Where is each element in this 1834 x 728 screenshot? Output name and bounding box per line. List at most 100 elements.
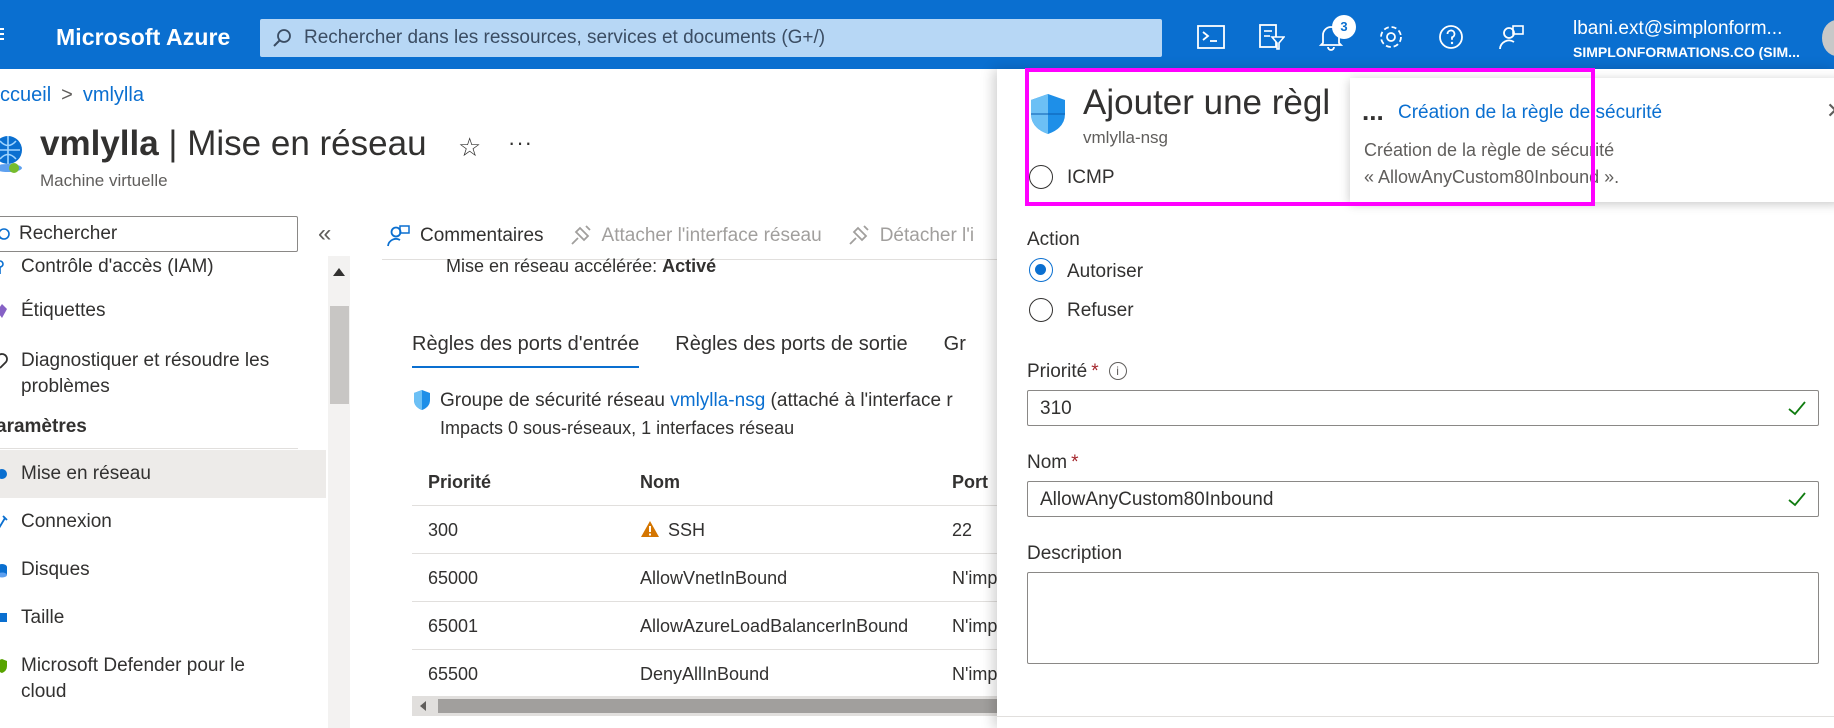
sidebar-item-label: Diagnostiquer et résoudre les (21, 350, 270, 371)
directory-filter-icon[interactable] (1256, 22, 1286, 52)
name-label: Nom * (1027, 452, 1079, 474)
action-deny-radio[interactable] (1029, 298, 1053, 322)
table-header: Priorité Nom Port (412, 458, 1012, 506)
sidebar-menu: Contrôle d'accès (IAM) Étiquettes Diagno… (0, 256, 326, 728)
feedback-button[interactable]: Commentaires (386, 224, 544, 248)
disk-icon (0, 564, 7, 578)
sidebar-item-defender[interactable]: Microsoft Defender pour le cloud (0, 653, 326, 709)
detach-nic-button[interactable]: Détacher l'i (846, 224, 974, 248)
nsg-link[interactable]: vmlylla-nsg (670, 390, 765, 411)
sidebar-item-diagnose[interactable]: Diagnostiquer et résoudre les problèmes (0, 348, 326, 404)
account-name[interactable]: lbani.ext@simplonform... (1573, 18, 1782, 40)
name-input[interactable]: AllowAnyCustom80Inbound (1027, 481, 1819, 517)
action-allow-label: Autoriser (1067, 261, 1144, 282)
row-name: AllowVnetInBound (640, 568, 788, 588)
action-label: Action (1027, 229, 1080, 250)
table-horizontal-scrollbar[interactable] (412, 696, 1012, 716)
breadcrumb-home-link[interactable]: ccueil (0, 84, 51, 106)
breadcrumb-separator: > (61, 84, 73, 106)
page-subtitle: Machine virtuelle (40, 171, 168, 190)
account-directory[interactable]: SIMPLONFORMATIONS.CO (SIM... (1573, 44, 1800, 60)
table-row[interactable]: 300 SSH 22 (412, 506, 1012, 554)
monitor-icon (0, 613, 7, 622)
scroll-left-arrow-icon[interactable] (420, 701, 426, 711)
highlight-box (1025, 68, 1595, 206)
priority-label: Priorité * i (1027, 361, 1127, 383)
feedback-label: Commentaires (420, 225, 544, 246)
column-header-name[interactable]: Nom (640, 472, 680, 493)
collapse-sidebar-icon[interactable]: « (318, 220, 331, 248)
person-key-icon (0, 260, 4, 274)
virtual-machine-icon (0, 134, 26, 179)
nsg-description: Groupe de sécurité réseau vmlylla-nsg (a… (412, 390, 953, 412)
settings-gear-icon[interactable] (1376, 22, 1406, 52)
row-priority: 300 (428, 520, 459, 540)
close-icon[interactable]: ✕ (1826, 98, 1834, 124)
sidebar-item-connect[interactable]: Connexion (0, 509, 326, 537)
action-allow-radio[interactable] (1029, 258, 1053, 282)
tab-outbound-rules[interactable]: Règles des ports de sortie (675, 333, 907, 368)
sidebar-divider (0, 448, 298, 449)
row-port: N'imp (952, 616, 998, 636)
row-priority: 65000 (428, 568, 479, 588)
sidebar-item-iam[interactable]: Contrôle d'accès (IAM) (0, 256, 326, 282)
global-search-input[interactable]: Rechercher dans les ressources, services… (260, 19, 1162, 57)
attach-nic-label: Attacher l'interface réseau (601, 225, 822, 246)
row-port: 22 (952, 520, 973, 540)
action-deny-label: Refuser (1067, 300, 1134, 321)
table-row[interactable]: 65000 AllowVnetInBound N'imp (412, 554, 1012, 602)
sidebar-item-size[interactable]: Taille (0, 605, 326, 633)
column-header-priority[interactable]: Priorité (428, 472, 491, 493)
brand-label[interactable]: Microsoft Azure (56, 24, 230, 51)
cloud-shell-icon[interactable] (1196, 22, 1226, 52)
sidebar-search-placeholder: Rechercher (19, 223, 118, 244)
checkmark-icon (1788, 492, 1806, 507)
sidebar-item-label: Connexion (21, 511, 112, 532)
rules-tabs: Règles des ports d'entrée Règles des por… (412, 333, 1002, 368)
search-icon (0, 228, 10, 240)
table-row[interactable]: 65001 AllowAzureLoadBalancerInBound N'im… (412, 602, 1012, 650)
required-asterisk: * (1071, 452, 1079, 473)
priority-value: 310 (1040, 398, 1072, 419)
attach-nic-button[interactable]: Attacher l'interface réseau (568, 224, 822, 248)
help-icon[interactable] (1436, 22, 1466, 52)
row-name: DenyAllInBound (640, 664, 770, 684)
table-scroll-thumb[interactable] (438, 699, 1012, 713)
top-bar: Microsoft Azure Rechercher dans les ress… (0, 0, 1834, 69)
column-header-port[interactable]: Port (952, 472, 988, 493)
tab-app-security-groups[interactable]: Gr (944, 333, 966, 368)
panel-footer-divider (997, 716, 1834, 717)
sidebar-item-networking[interactable]: Mise en réseau (0, 450, 326, 498)
avatar[interactable] (1822, 20, 1834, 56)
sidebar-item-label: Microsoft Defender pour le (21, 655, 245, 676)
row-port: N'imp (952, 568, 998, 588)
priority-input[interactable]: 310 (1027, 390, 1819, 426)
info-icon[interactable]: i (1108, 362, 1127, 380)
sidebar-item-label: cloud (21, 681, 67, 702)
tab-inbound-rules[interactable]: Règles des ports d'entrée (412, 333, 640, 368)
sidebar-search-input[interactable]: Rechercher (0, 216, 298, 252)
sidebar-item-disks[interactable]: Disques (0, 557, 326, 585)
feedback-person-icon[interactable] (1496, 22, 1526, 52)
accel-label: Mise en réseau accélérée: (446, 256, 663, 276)
required-asterisk: * (1091, 361, 1099, 382)
sidebar-item-label: Disques (21, 559, 90, 580)
menu-icon[interactable] (0, 28, 6, 42)
accel-value: Activé (662, 256, 717, 276)
description-textarea[interactable] (1027, 572, 1819, 664)
favorite-star-icon[interactable]: ☆ (458, 132, 481, 163)
row-port: N'imp (952, 664, 998, 684)
more-options-icon[interactable]: ··· (508, 130, 533, 156)
accelerated-networking-status: Mise en réseau accélérée: Activé (446, 256, 716, 277)
sidebar-scroll-thumb[interactable] (330, 306, 349, 404)
scroll-up-arrow-icon[interactable] (333, 268, 345, 276)
azure-portal-window: Microsoft Azure Rechercher dans les ress… (0, 0, 1834, 728)
breadcrumb-vm-link[interactable]: vmlylla (83, 84, 144, 106)
name-label-text: Nom (1027, 452, 1068, 473)
tag-icon (0, 304, 7, 318)
sidebar-item-label: problèmes (21, 376, 110, 397)
sidebar-item-tags[interactable]: Étiquettes (0, 298, 326, 326)
wrench-icon (0, 353, 8, 369)
row-priority: 65001 (428, 616, 479, 636)
table-row[interactable]: 65500 DenyAllInBound N'imp (412, 650, 1012, 698)
